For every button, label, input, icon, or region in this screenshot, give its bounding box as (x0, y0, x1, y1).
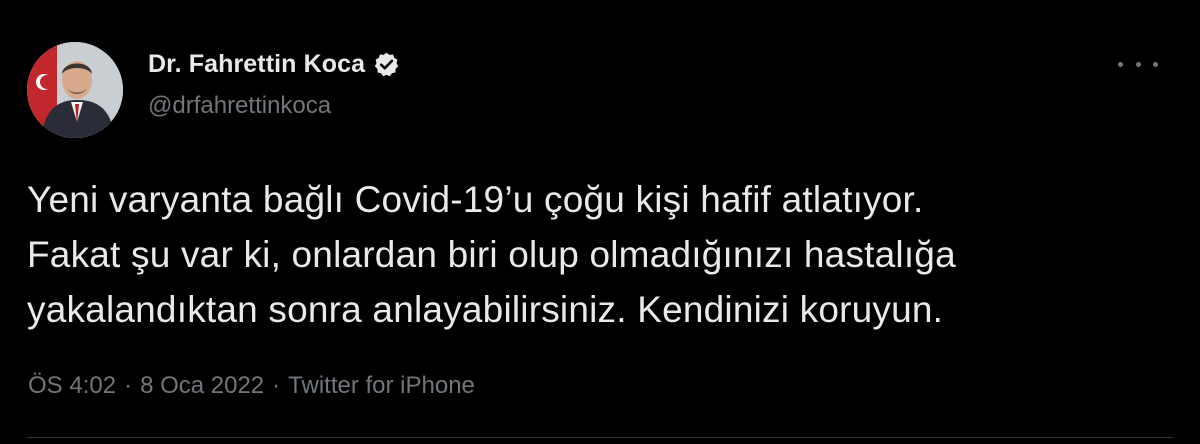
tweet-text: Yeni varyanta bağlı Covid-19’u çoğu kişi… (27, 172, 1167, 337)
divider (27, 437, 1173, 438)
tweet-text-line: Fakat şu var ki, onlardan biri olup olma… (27, 234, 956, 275)
dot (1153, 61, 1158, 67)
tweet-time[interactable]: ÖS 4:02 (28, 372, 116, 400)
dot (1118, 61, 1123, 67)
tweet-text-line: Yeni varyanta bağlı Covid-19’u çoğu kişi… (27, 179, 924, 220)
meta-separator: · (124, 372, 133, 399)
tweet-metadata: ÖS 4:02 · 8 Oca 2022 · Twitter for iPhon… (28, 372, 475, 400)
avatar[interactable] (27, 42, 123, 138)
meta-separator: · (272, 372, 281, 399)
author-handle[interactable]: @drfahrettinkoca (148, 92, 331, 120)
author-name-row: Dr. Fahrettin Koca (148, 50, 400, 79)
tweet-text-line: yakalandıktan sonra anlayabilirsiniz. Ke… (27, 289, 944, 330)
tweet-source[interactable]: Twitter for iPhone (288, 372, 475, 400)
avatar-image (27, 42, 123, 138)
dot (1135, 61, 1141, 67)
more-options-icon[interactable] (1118, 54, 1158, 74)
verified-badge-icon (373, 51, 400, 78)
tweet-card: Dr. Fahrettin Koca @drfahrettinkoca Yeni… (0, 0, 1200, 444)
author-display-name[interactable]: Dr. Fahrettin Koca (148, 50, 365, 79)
tweet-date[interactable]: 8 Oca 2022 (140, 372, 264, 400)
